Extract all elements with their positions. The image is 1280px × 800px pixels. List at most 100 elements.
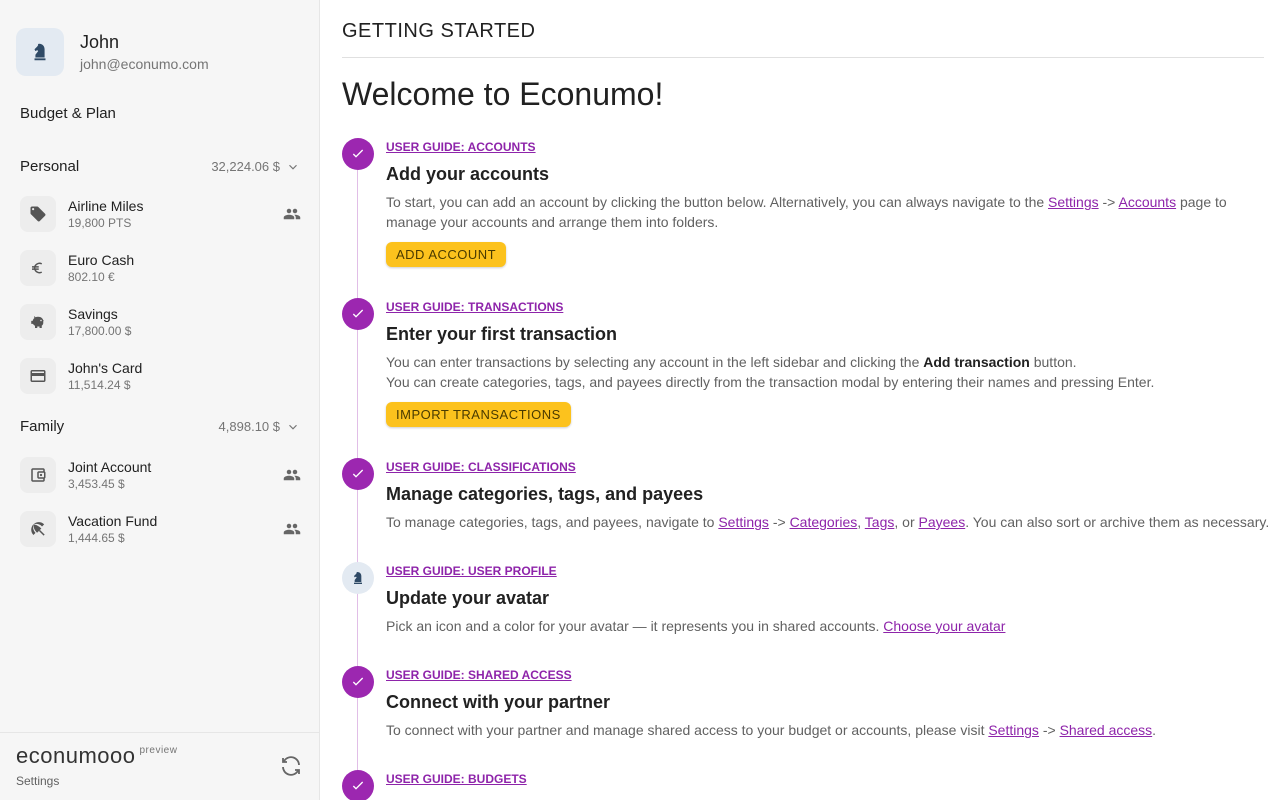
shared-access-link[interactable]: Shared access [1060, 722, 1153, 738]
step-done-badge [342, 666, 374, 698]
desc-text: To connect with your partner and manage … [386, 722, 989, 738]
user-guide-link[interactable]: USER GUIDE: CLASSIFICATIONS [386, 459, 576, 475]
account-airline-miles[interactable]: Airline Miles 19,800 PTS [20, 194, 302, 234]
account-name: Vacation Fund [68, 513, 158, 529]
step-description: You can enter transactions by selecting … [386, 352, 1272, 392]
payees-link[interactable]: Payees [919, 514, 966, 530]
page-title: Welcome to Econumo! [342, 76, 664, 112]
footer-settings-link[interactable]: Settings [16, 774, 59, 788]
folder-name: Personal [20, 158, 80, 175]
step-done-badge [342, 458, 374, 490]
desc-text: Pick an icon and a color for your avatar… [386, 618, 884, 634]
step-title: Enter your first transaction [386, 324, 618, 344]
user-guide-link[interactable]: USER GUIDE: SHARED ACCESS [386, 667, 572, 683]
comma-text: , [857, 514, 865, 530]
user-guide-link[interactable]: USER GUIDE: TRANSACTIONS [386, 299, 563, 315]
user-email: john@econumo.com [80, 56, 209, 72]
settings-link[interactable]: Settings [988, 722, 1039, 738]
account-name: Airline Miles [68, 198, 144, 214]
account-balance: 19,800 PTS [68, 216, 132, 230]
people-icon [283, 523, 301, 535]
arrow-text: -> [768, 514, 790, 530]
arrow-text: -> [1038, 722, 1060, 738]
sync-button[interactable] [278, 753, 304, 779]
step-title: Connect with your partner [386, 692, 611, 712]
choose-avatar-link[interactable]: Choose your avatar [883, 618, 1005, 634]
account-name: John's Card [68, 360, 143, 376]
check-icon [352, 309, 364, 318]
folder-total: 4,898.10 $ [218, 419, 280, 434]
desc-bold: Add transaction [923, 354, 1030, 370]
arrow-text: -> [1098, 194, 1119, 210]
desc-text: To manage categories, tags, and payees, … [386, 514, 719, 530]
step-title: Manage categories, tags, and payees [386, 484, 704, 504]
credit-card-icon [30, 370, 46, 382]
euro-icon [32, 262, 43, 274]
chess-knight-icon [34, 43, 46, 61]
step-description: Pick an icon and a color for your avatar… [386, 616, 1272, 636]
desc-text: You can enter transactions by selecting … [386, 354, 924, 370]
wallet-icon [31, 468, 46, 482]
people-icon [283, 469, 301, 481]
step-done-badge [342, 770, 374, 800]
piggy-bank-icon [31, 316, 44, 328]
people-icon [283, 208, 301, 220]
account-euro-cash[interactable]: Euro Cash 802.10 € [20, 248, 302, 288]
chess-knight-icon [354, 572, 362, 584]
desc-text: You can create categories, tags, and pay… [386, 374, 1155, 390]
user-profile[interactable]: John john@econumo.com [16, 28, 209, 76]
account-name: Joint Account [68, 459, 152, 475]
nav-budget-plan[interactable]: Budget & Plan [20, 105, 116, 122]
preview-badge: preview [139, 745, 178, 756]
step-title: Add your accounts [386, 164, 550, 184]
desc-text: button. [1029, 354, 1077, 370]
step-title: Update your avatar [386, 588, 550, 608]
settings-link[interactable]: Settings [1048, 194, 1099, 210]
page-header: GETTING STARTED [342, 20, 1264, 58]
folder-personal[interactable]: Personal 32,224.06 $ [20, 158, 300, 175]
account-balance: 17,800.00 $ [68, 324, 132, 338]
chevron-down-icon [289, 164, 297, 170]
account-name: Savings [68, 306, 118, 322]
check-icon [352, 149, 364, 158]
refresh-icon [282, 756, 300, 776]
folder-family[interactable]: Family 4,898.10 $ [20, 418, 300, 435]
accounts-link[interactable]: Accounts [1118, 194, 1176, 210]
categories-link[interactable]: Categories [790, 514, 858, 530]
logo: econumooo preview [16, 743, 177, 769]
import-transactions-button[interactable]: IMPORT TRANSACTIONS [386, 402, 571, 427]
avatar[interactable] [16, 28, 64, 76]
tags-link[interactable]: Tags [865, 514, 895, 530]
user-guide-link[interactable]: USER GUIDE: BUDGETS [386, 771, 527, 787]
desc-text: . You can also sort or archive them as n… [965, 514, 1270, 530]
beach-umbrella-icon [31, 522, 45, 536]
step-description: To connect with your partner and manage … [386, 720, 1272, 740]
account-balance: 3,453.45 $ [68, 477, 125, 491]
account-name: Euro Cash [68, 252, 135, 268]
logo-text: econumooo [16, 743, 136, 768]
account-savings[interactable]: Savings 17,800.00 $ [20, 302, 302, 342]
account-vacation-fund[interactable]: Vacation Fund 1,444.65 $ [20, 509, 302, 549]
folder-name: Family [20, 418, 65, 435]
sidebar: John john@econumo.com Budget & Plan Pers… [0, 0, 320, 800]
check-icon [352, 469, 364, 478]
step-description: To start, you can add an account by clic… [386, 192, 1272, 232]
step-description: To manage categories, tags, and payees, … [386, 512, 1272, 532]
check-icon [352, 677, 364, 686]
step-done-badge [342, 138, 374, 170]
step-avatar-badge [342, 562, 374, 594]
account-balance: 802.10 € [68, 270, 115, 284]
account-balance: 11,514.24 $ [68, 378, 131, 392]
check-icon [352, 781, 364, 790]
add-account-button[interactable]: ADD ACCOUNT [386, 242, 507, 267]
or-text: , or [894, 514, 919, 530]
settings-link[interactable]: Settings [718, 514, 769, 530]
user-guide-link[interactable]: USER GUIDE: ACCOUNTS [386, 139, 536, 155]
account-johns-card[interactable]: John's Card 11,514.24 $ [20, 356, 302, 396]
main-content: GETTING STARTED Welcome to Econumo! USER… [321, 0, 1280, 800]
chevron-down-icon [289, 424, 297, 430]
account-balance: 1,444.65 $ [68, 531, 125, 545]
user-guide-link[interactable]: USER GUIDE: USER PROFILE [386, 563, 557, 579]
account-joint-account[interactable]: Joint Account 3,453.45 $ [20, 455, 302, 495]
sidebar-footer: econumooo preview Settings [0, 732, 320, 800]
